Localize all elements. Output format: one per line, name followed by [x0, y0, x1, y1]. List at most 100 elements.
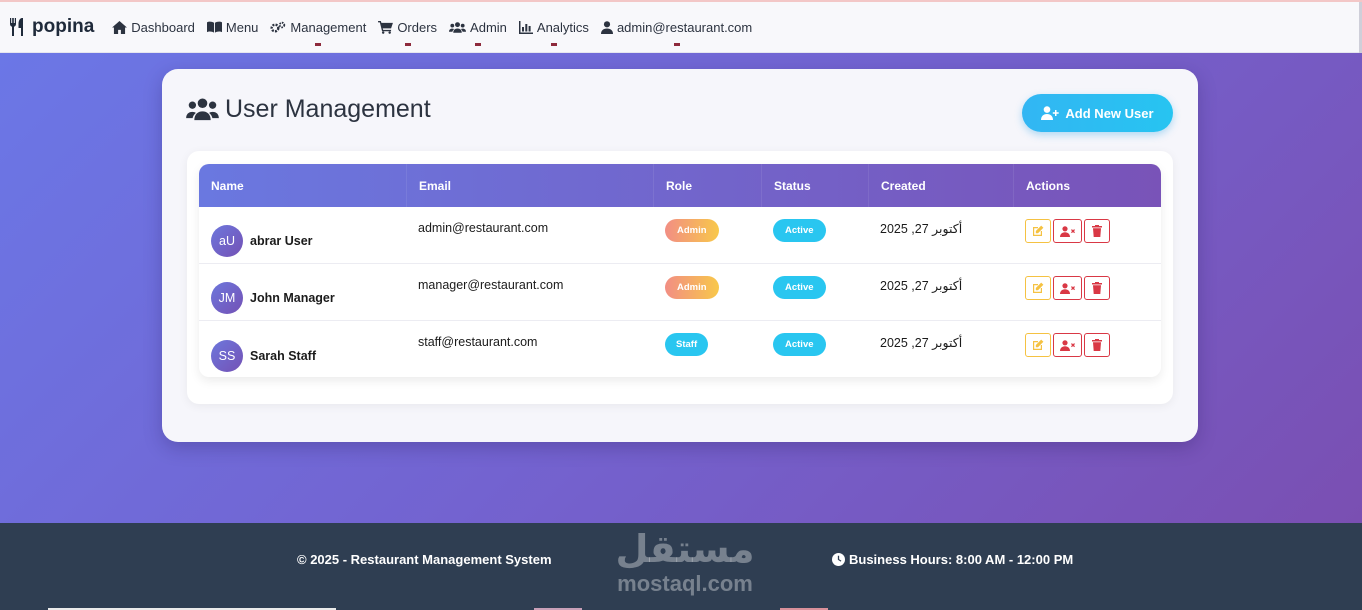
header-role: Role: [653, 164, 761, 207]
actions-cell: [1013, 207, 1161, 263]
footer-copyright: © 2025 - Restaurant Management System: [297, 552, 552, 567]
footer-hours: Business Hours: 8:00 AM - 12:00 PM: [832, 552, 1073, 567]
utensils-icon: [10, 18, 23, 36]
header-actions: Actions: [1013, 164, 1161, 207]
nav-label: Analytics: [536, 19, 589, 35]
status-cell: Active: [761, 264, 868, 320]
header-status: Status: [761, 164, 868, 207]
table-row: aU abrar User admin@restaurant.com Admin…: [199, 207, 1161, 264]
watermark-english: mostaql.com: [617, 571, 753, 596]
status-badge: Active: [773, 333, 826, 356]
role-cell: Staff: [653, 321, 761, 377]
role-badge: Admin: [665, 219, 719, 242]
role-badge: Staff: [665, 333, 709, 356]
book-icon: [206, 21, 222, 33]
nav-admin[interactable]: Admin: [443, 2, 513, 52]
role-cell: Admin: [653, 264, 761, 320]
edit-icon: [1033, 282, 1044, 293]
footer: © 2025 - Restaurant Management System مس…: [0, 523, 1362, 610]
created-date: أكتوبر 27, 2025: [880, 279, 963, 293]
navbar: popina Dashboard Menu Management Orders …: [0, 0, 1362, 53]
header-name: Name: [211, 178, 244, 193]
nav-management[interactable]: Management: [264, 2, 372, 52]
table-row: JM John Manager manager@restaurant.com A…: [199, 264, 1161, 321]
deactivate-user-button[interactable]: [1053, 276, 1082, 300]
edit-button[interactable]: [1025, 276, 1051, 300]
edit-icon: [1033, 339, 1044, 350]
user-times-icon: [1060, 225, 1075, 237]
header-email: Email: [406, 164, 653, 207]
brand-link[interactable]: popina: [9, 16, 94, 38]
delete-button[interactable]: [1084, 276, 1110, 300]
nav-label: Dashboard: [131, 19, 195, 35]
watermark-arabic: مستقل: [615, 527, 755, 571]
avatar: JM: [211, 282, 243, 314]
avatar: SS: [211, 339, 243, 372]
role-badge: Admin: [665, 276, 719, 299]
cart-icon: [378, 20, 394, 34]
users-icon: [186, 98, 219, 121]
user-name: Sarah Staff: [250, 348, 316, 363]
user-plus-icon: [1041, 106, 1060, 120]
user-name: John Manager: [250, 291, 335, 305]
gears-icon: [270, 21, 286, 32]
status-cell: Active: [761, 207, 868, 263]
header-created: Created: [868, 164, 1013, 207]
trash-icon: [1092, 225, 1102, 237]
watermark-logo: مستقل mostaql.com: [600, 523, 770, 610]
user-times-icon: [1060, 339, 1075, 351]
table-header: Name Email Role Status Created Actions: [199, 164, 1161, 207]
nav-orders[interactable]: Orders: [372, 2, 443, 52]
nav-indicator: [474, 43, 481, 46]
trash-icon: [1092, 339, 1102, 351]
name-cell: SS Sarah Staff: [199, 321, 406, 377]
nav-label: Admin: [470, 19, 507, 35]
name-cell: aU abrar User: [199, 207, 406, 263]
nav-user-account[interactable]: admin@restaurant.com: [595, 2, 758, 52]
brand-name: popina: [32, 16, 95, 37]
status-badge: Active: [773, 219, 826, 242]
user-name: abrar User: [250, 234, 313, 248]
nav-indicator: [315, 43, 322, 46]
delete-button[interactable]: [1084, 333, 1110, 357]
user-email: manager@restaurant.com: [418, 278, 564, 292]
nav-label: Orders: [397, 19, 438, 35]
page-title-text: User Management: [225, 95, 431, 123]
add-new-user-button[interactable]: Add New User: [1022, 94, 1173, 132]
edit-button[interactable]: [1025, 333, 1051, 357]
deactivate-user-button[interactable]: [1053, 219, 1082, 243]
users-table-container: Name Email Role Status Created Actions a…: [187, 151, 1173, 404]
deactivate-user-button[interactable]: [1053, 333, 1082, 357]
actions-cell: [1013, 321, 1161, 377]
role-cell: Admin: [653, 207, 761, 263]
nav-indicator: [404, 43, 411, 46]
edit-button[interactable]: [1025, 219, 1051, 243]
nav-indicator: [550, 43, 557, 46]
created-date: أكتوبر 27, 2025: [880, 336, 963, 350]
user-times-icon: [1060, 282, 1075, 294]
delete-button[interactable]: [1084, 219, 1110, 243]
main-nav: Dashboard Menu Management Orders Admin A…: [106, 2, 758, 52]
status-cell: Active: [761, 321, 868, 377]
add-new-user-label: Add New User: [1065, 105, 1154, 121]
status-badge: Active: [773, 276, 826, 299]
table-row: SS Sarah Staff staff@restaurant.com Staf…: [199, 321, 1161, 377]
nav-label: admin@restaurant.com: [616, 19, 753, 35]
users-icon: [449, 21, 467, 33]
footer-hours-text: Business Hours: 8:00 AM - 12:00 PM: [849, 552, 1074, 567]
users-table: Name Email Role Status Created Actions a…: [199, 164, 1161, 377]
nav-label: Management: [290, 19, 367, 35]
created-date: أكتوبر 27, 2025: [880, 222, 963, 236]
nav-menu[interactable]: Menu: [201, 2, 265, 52]
user-management-card: User Management Add New User Name Email …: [162, 69, 1198, 442]
nav-label: Menu: [225, 19, 259, 35]
trash-icon: [1092, 282, 1102, 294]
nav-analytics[interactable]: Analytics: [513, 2, 595, 52]
user-icon: [600, 20, 613, 34]
actions-cell: [1013, 264, 1161, 320]
home-icon: [112, 20, 128, 34]
user-email: staff@restaurant.com: [418, 335, 538, 349]
avatar: aU: [211, 225, 243, 257]
name-cell: JM John Manager: [199, 264, 406, 320]
nav-dashboard[interactable]: Dashboard: [106, 2, 201, 52]
